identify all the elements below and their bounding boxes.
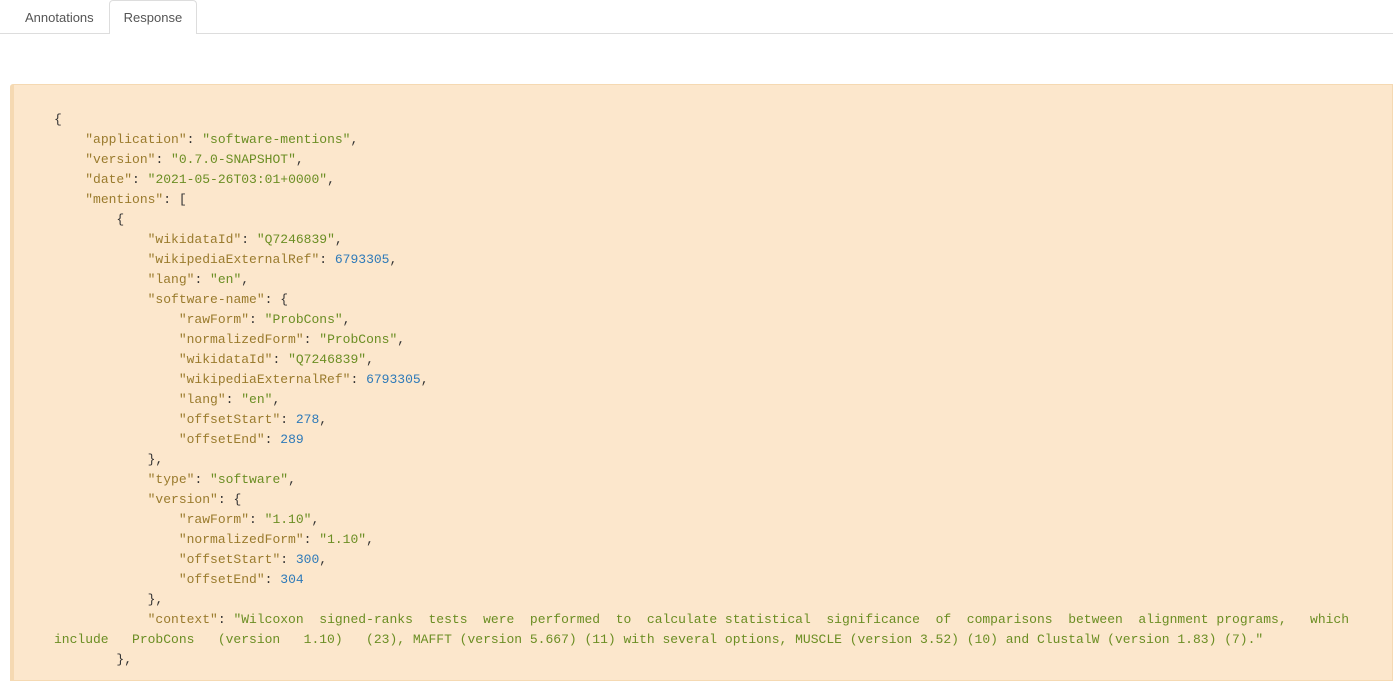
tab-response[interactable]: Response: [109, 0, 198, 34]
tab-bar: Annotations Response: [0, 0, 1393, 34]
content-area: { "application": "software-mentions", "v…: [0, 34, 1393, 681]
json-response-panel[interactable]: { "application": "software-mentions", "v…: [10, 84, 1393, 681]
tab-annotations[interactable]: Annotations: [10, 0, 109, 34]
